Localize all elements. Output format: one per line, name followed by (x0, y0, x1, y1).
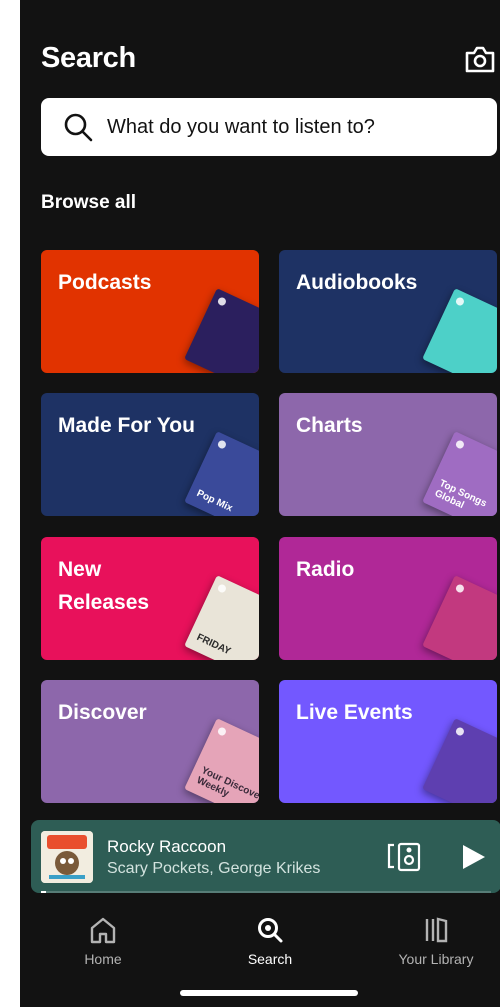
tile-live-events[interactable]: Live Events (279, 680, 497, 803)
tile-art-image (184, 288, 259, 373)
library-icon (425, 917, 448, 943)
search-input[interactable]: What do you want to listen to? (41, 98, 497, 156)
tile-label: Charts (296, 414, 363, 437)
tile-label: Made For You (58, 414, 195, 437)
camera-icon[interactable] (464, 44, 496, 74)
tile-label: Podcasts (58, 271, 152, 294)
tile-label: New Releases (58, 558, 150, 614)
home-icon (90, 917, 116, 944)
tile-podcasts[interactable]: Podcasts (41, 250, 259, 373)
nav-home[interactable]: Home (43, 915, 163, 969)
tile-label: Radio (296, 558, 355, 581)
track-title: Rocky Raccoon (107, 837, 227, 856)
tile-art-image: Your Discover Weekly (184, 718, 259, 803)
tile-made-for-you[interactable]: Made For You Pop Mix (41, 393, 259, 516)
browse-all-heading: Browse all (41, 192, 137, 213)
tile-art-image (422, 575, 497, 660)
nav-your-library[interactable]: Your Library (376, 915, 496, 969)
tile-audiobooks[interactable]: Audiobooks (279, 250, 497, 373)
tile-art-image: Pop Mix (184, 431, 259, 516)
page-title: Search (41, 42, 136, 74)
tile-discover[interactable]: Discover Your Discover Weekly (41, 680, 259, 803)
tile-label: Discover (58, 701, 147, 724)
now-playing-bar[interactable]: Rocky Raccoon Scary Pockets, George Krik… (31, 820, 500, 893)
tile-charts[interactable]: Charts Top Songs Global (279, 393, 497, 516)
tile-radio[interactable]: Radio (279, 537, 497, 660)
search-icon (64, 113, 93, 142)
track-artist: Scary Pockets, George Krikes (107, 860, 321, 877)
nav-label: Search (247, 951, 293, 967)
tile-label: Live Events (296, 701, 413, 724)
connect-device-icon[interactable] (387, 842, 423, 872)
home-indicator (180, 990, 358, 996)
nav-label: Home (84, 951, 122, 967)
tile-label: Audiobooks (296, 271, 418, 294)
tile-art-image (422, 288, 497, 373)
search-placeholder: What do you want to listen to? (107, 115, 375, 138)
nav-label: Your Library (398, 951, 474, 967)
album-art (41, 831, 93, 883)
search-icon (258, 918, 283, 943)
tile-new-releases[interactable]: New Releases FRIDAY (41, 537, 259, 660)
nav-search[interactable]: Search (210, 915, 330, 969)
play-icon[interactable] (459, 842, 487, 872)
tile-art-image (422, 718, 497, 803)
tile-art-image: Top Songs Global (422, 431, 497, 516)
app-screen: Search What do you want to listen to? Br… (20, 0, 500, 1007)
